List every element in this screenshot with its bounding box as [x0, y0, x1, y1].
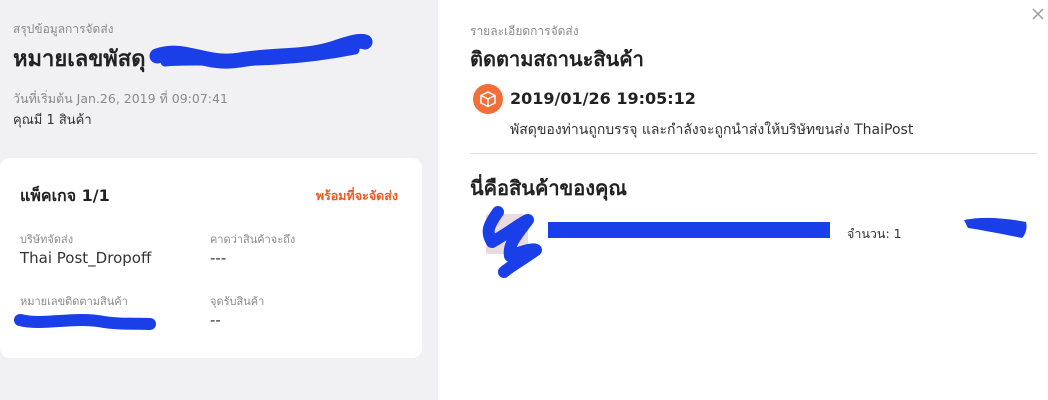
- status-icon-badge: [473, 84, 503, 114]
- tracking-status-title: ติดตามสถานะสินค้า: [470, 47, 644, 71]
- tracking-number-label: หมายเลขติดตามสินค้า: [20, 295, 128, 308]
- shipment-details-panel: รายละเอียดการจัดส่ง ติดตามสถานะสินค้า 20…: [438, 0, 1048, 400]
- product-quantity: จำนวน: 1: [847, 226, 902, 241]
- package-status: พร้อมที่จะจัดส่ง: [315, 188, 398, 203]
- event-description: พัสดุของท่านถูกบรรจุ และกำลังจะถูกนำส่งใ…: [510, 122, 914, 138]
- item-count: คุณมี 1 สินค้า: [13, 113, 92, 128]
- start-date: วันที่เริ่มต้น Jan.26, 2019 ที่ 09:07:41: [13, 91, 228, 106]
- carrier-label: บริษัทจัดส่ง: [20, 233, 74, 246]
- redaction-mark: [964, 217, 1027, 238]
- redaction-mark: [548, 222, 830, 238]
- close-icon: [1032, 8, 1044, 20]
- pickup-label: จุดรับสินค้า: [210, 295, 265, 308]
- your-items-title: นี่คือสินค้าของคุณ: [470, 176, 627, 200]
- event-timestamp: 2019/01/26 19:05:12: [510, 89, 696, 108]
- eta-value: ---: [210, 249, 227, 267]
- details-caption: รายละเอียดการจัดส่ง: [470, 24, 579, 38]
- divider: [470, 153, 1037, 154]
- tracking-number-title: หมายเลขพัสดุ: [13, 47, 146, 72]
- package-card: แพ็คเกจ 1/1 พร้อมที่จะจัดส่ง บริษัทจัดส่…: [0, 158, 422, 358]
- carrier-value: Thai Post_Dropoff: [20, 249, 152, 267]
- summary-caption: สรุปข้อมูลการจัดส่ง: [13, 22, 114, 36]
- redaction-mark: [149, 33, 373, 69]
- package-icon: [480, 91, 496, 108]
- shipment-summary-panel: สรุปข้อมูลการจัดส่ง หมายเลขพัสดุ วันที่เ…: [0, 0, 438, 400]
- package-label: แพ็คเกจ 1/1: [20, 186, 110, 205]
- redaction-mark: [14, 314, 156, 330]
- pickup-value: --: [210, 311, 221, 329]
- eta-label: คาดว่าสินค้าจะถึง: [210, 233, 296, 246]
- product-thumbnail[interactable]: [486, 214, 528, 254]
- close-button[interactable]: [1028, 4, 1048, 24]
